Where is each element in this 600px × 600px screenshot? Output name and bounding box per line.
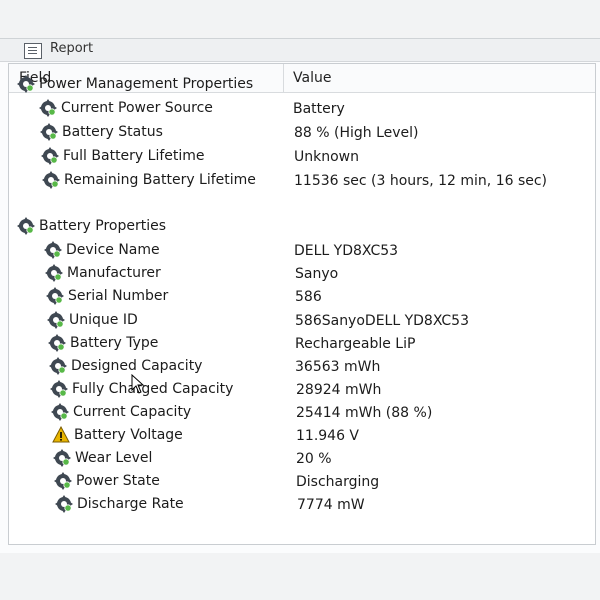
field-value: 7774 mW <box>297 497 365 513</box>
gear-icon <box>41 147 59 165</box>
table-row[interactable]: Current Power Source Battery <box>9 98 595 120</box>
table-row[interactable]: Wear Level 20 % <box>9 448 595 470</box>
gear-icon <box>51 403 69 421</box>
table-row[interactable]: Power State Discharging <box>9 471 595 493</box>
table-row[interactable]: Battery Properties <box>9 216 595 238</box>
field-value: Sanyo <box>295 266 339 282</box>
field-label: Battery Type <box>70 335 159 351</box>
field-label: Wear Level <box>75 450 153 466</box>
gear-icon <box>47 311 65 329</box>
field-value: Rechargeable LiP <box>295 336 416 352</box>
gear-icon <box>49 357 67 375</box>
field-label: Unique ID <box>69 312 138 328</box>
gear-icon <box>17 75 35 93</box>
properties-grid: Field Value Power Management Properties C… <box>8 63 596 545</box>
gear-icon <box>17 217 35 235</box>
field-value: 36563 mWh <box>295 359 381 375</box>
screen: Report Field Value Power Management Prop… <box>0 38 600 553</box>
gear-icon <box>46 287 64 305</box>
gear-icon <box>53 449 71 467</box>
field-label: Current Power Source <box>61 100 213 116</box>
gear-icon <box>54 472 72 490</box>
field-label: Battery Voltage <box>74 427 183 443</box>
field-value: 586SanyoDELL YD8XC53 <box>295 313 469 329</box>
table-row[interactable]: Unique ID 586SanyoDELL YD8XC53 <box>9 310 595 332</box>
table-row[interactable]: Fully Charged Capacity 28924 mWh <box>9 379 595 401</box>
field-label: Manufacturer <box>67 265 161 281</box>
table-row[interactable]: Power Management Properties <box>9 74 595 96</box>
field-value: 20 % <box>296 451 332 467</box>
gear-icon <box>40 123 58 141</box>
field-value: 88 % (High Level) <box>294 125 419 141</box>
warning-icon <box>52 426 70 443</box>
table-row[interactable]: Serial Number 586 <box>9 286 595 308</box>
field-value: Unknown <box>294 149 359 165</box>
report-toolbar: Report <box>0 39 600 62</box>
table-row[interactable]: Designed Capacity 36563 mWh <box>9 356 595 378</box>
table-row[interactable]: Battery Status 88 % (High Level) <box>9 122 595 144</box>
field-value: 11536 sec (3 hours, 12 min, 16 sec) <box>294 173 548 189</box>
gear-icon <box>45 264 63 282</box>
gear-icon <box>48 334 66 352</box>
field-value: 25414 mWh (88 %) <box>296 405 433 421</box>
table-row[interactable]: Discharge Rate 7774 mW <box>9 494 595 516</box>
table-row[interactable]: Manufacturer Sanyo <box>9 263 595 285</box>
field-label: Designed Capacity <box>71 358 203 374</box>
table-row[interactable]: Device Name DELL YD8XC53 <box>9 240 595 262</box>
table-row[interactable]: Full Battery Lifetime Unknown <box>9 146 595 168</box>
field-value: 11.946 V <box>296 428 360 444</box>
table-row[interactable]: Battery Voltage 11.946 V <box>9 425 595 447</box>
field-value: Battery <box>293 101 345 117</box>
gear-icon <box>50 380 68 398</box>
field-label: Serial Number <box>68 288 169 304</box>
table-row[interactable]: Battery Type Rechargeable LiP <box>9 333 595 355</box>
field-value: DELL YD8XC53 <box>294 243 399 259</box>
report-icon[interactable] <box>24 43 42 59</box>
field-label: Battery Properties <box>39 218 167 234</box>
field-label: Device Name <box>66 242 160 258</box>
field-label: Battery Status <box>62 124 163 140</box>
gear-icon <box>39 99 57 117</box>
field-label: Power Management Properties <box>39 76 254 92</box>
field-label: Remaining Battery Lifetime <box>64 172 256 188</box>
mouse-cursor-icon <box>131 374 145 394</box>
field-value: Discharging <box>296 474 380 490</box>
field-label: Power State <box>76 473 160 489</box>
field-label: Fully Charged Capacity <box>72 381 234 397</box>
gear-icon <box>42 171 60 189</box>
gear-icon <box>55 495 73 513</box>
report-tab-label[interactable]: Report <box>50 41 93 56</box>
field-value: 586 <box>295 289 322 305</box>
gear-icon <box>44 241 62 259</box>
field-label: Discharge Rate <box>77 496 184 512</box>
field-value: 28924 mWh <box>296 382 382 398</box>
table-row[interactable]: Remaining Battery Lifetime 11536 sec (3 h… <box>9 170 595 192</box>
table-row[interactable]: Current Capacity 25414 mWh (88 %) <box>9 402 595 424</box>
field-label: Current Capacity <box>73 404 192 420</box>
field-label: Full Battery Lifetime <box>63 148 205 164</box>
